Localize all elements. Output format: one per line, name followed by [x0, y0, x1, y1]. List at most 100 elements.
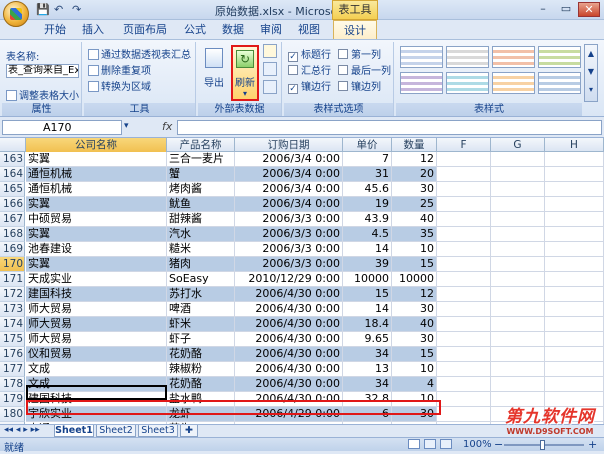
- name-box[interactable]: A170: [2, 120, 122, 135]
- save-icon[interactable]: 💾: [36, 3, 50, 17]
- empty-cell[interactable]: [437, 152, 491, 167]
- empty-cell[interactable]: [545, 167, 604, 182]
- price-cell[interactable]: 39: [343, 257, 392, 272]
- empty-cell[interactable]: [491, 332, 545, 347]
- column-header[interactable]: 单价: [343, 138, 392, 152]
- product-cell[interactable]: 虾米: [167, 317, 235, 332]
- normal-view-icon[interactable]: [408, 439, 420, 449]
- sheet-nav-arrows-icon[interactable]: ◂◂ ◂ ▸ ▸▸: [4, 425, 40, 435]
- product-cell[interactable]: 辣椒粉: [167, 362, 235, 377]
- column-header[interactable]: 公司名称: [26, 138, 167, 152]
- company-cell[interactable]: 宇欣实业: [26, 407, 167, 422]
- empty-cell[interactable]: [491, 242, 545, 257]
- product-cell[interactable]: 苏打水: [167, 287, 235, 302]
- company-cell[interactable]: 建国科技: [26, 287, 167, 302]
- price-cell[interactable]: 18.4: [343, 317, 392, 332]
- table-style-swatch[interactable]: [492, 46, 535, 68]
- product-cell[interactable]: 虾子: [167, 332, 235, 347]
- quantity-cell[interactable]: 30: [392, 407, 437, 422]
- banded-rows-checkbox[interactable]: ✓ 镶边行: [288, 78, 331, 94]
- empty-cell[interactable]: [491, 347, 545, 362]
- row-header[interactable]: 163: [0, 152, 25, 167]
- resize-table-button[interactable]: 调整表格大小: [6, 87, 79, 102]
- zoom-slider-thumb[interactable]: [540, 440, 545, 450]
- empty-cell[interactable]: [437, 377, 491, 392]
- price-cell[interactable]: 4.5: [343, 227, 392, 242]
- company-cell[interactable]: 文成: [26, 377, 167, 392]
- date-cell[interactable]: 2006/4/30 0:00: [235, 317, 343, 332]
- product-cell[interactable]: 甜辣酱: [167, 212, 235, 227]
- row-header[interactable]: 172: [0, 287, 25, 302]
- company-cell[interactable]: 实翼: [26, 197, 167, 212]
- empty-cell[interactable]: [437, 392, 491, 407]
- product-cell[interactable]: 盐水鸭: [167, 392, 235, 407]
- row-header[interactable]: 174: [0, 317, 25, 332]
- price-cell[interactable]: 13: [343, 362, 392, 377]
- name-box-dropdown-icon[interactable]: ▾: [124, 121, 129, 131]
- empty-cell[interactable]: [437, 242, 491, 257]
- empty-cell[interactable]: [545, 302, 604, 317]
- zoom-in-icon[interactable]: +: [588, 438, 597, 451]
- empty-cell[interactable]: [545, 227, 604, 242]
- redo-icon[interactable]: ↷: [72, 3, 81, 17]
- quantity-cell[interactable]: 30: [392, 302, 437, 317]
- quantity-cell[interactable]: 15: [392, 347, 437, 362]
- date-cell[interactable]: 2006/3/4 0:00: [235, 197, 343, 212]
- zoom-level[interactable]: 100%: [463, 439, 492, 450]
- table-style-swatch[interactable]: [538, 72, 581, 94]
- price-cell[interactable]: 15: [343, 287, 392, 302]
- row-header[interactable]: 170: [0, 257, 25, 272]
- insert-sheet-icon[interactable]: ✚: [180, 425, 198, 437]
- company-cell[interactable]: 中硕贸易: [26, 212, 167, 227]
- company-cell[interactable]: 实翼: [26, 152, 167, 167]
- company-cell[interactable]: 师大贸易: [26, 332, 167, 347]
- open-browser-icon[interactable]: [263, 62, 277, 76]
- product-cell[interactable]: 三合一麦片: [167, 152, 235, 167]
- quantity-cell[interactable]: 30: [392, 332, 437, 347]
- quantity-cell[interactable]: 20: [392, 167, 437, 182]
- tab-data[interactable]: 数据: [216, 20, 250, 39]
- insert-function-icon[interactable]: fx: [162, 120, 172, 133]
- quantity-cell[interactable]: 40: [392, 317, 437, 332]
- properties-icon[interactable]: [263, 44, 277, 58]
- tab-review[interactable]: 审阅: [254, 20, 288, 39]
- row-header[interactable]: 167: [0, 212, 25, 227]
- date-cell[interactable]: 2006/3/3 0:00: [235, 242, 343, 257]
- date-cell[interactable]: 2006/4/30 0:00: [235, 362, 343, 377]
- sheet-tab-sheet1[interactable]: Sheet1: [54, 425, 94, 437]
- empty-cell[interactable]: [545, 272, 604, 287]
- empty-cell[interactable]: [491, 302, 545, 317]
- price-cell[interactable]: 14: [343, 302, 392, 317]
- column-header[interactable]: H: [545, 138, 604, 152]
- column-header[interactable]: 数量: [392, 138, 437, 152]
- column-header[interactable]: 产品名称: [167, 138, 235, 152]
- empty-cell[interactable]: [545, 212, 604, 227]
- quantity-cell[interactable]: 10: [392, 362, 437, 377]
- date-cell[interactable]: 2006/3/3 0:00: [235, 227, 343, 242]
- date-cell[interactable]: 2006/4/30 0:00: [235, 347, 343, 362]
- table-style-swatch[interactable]: [400, 46, 443, 68]
- select-all-corner[interactable]: [0, 138, 26, 152]
- styles-gallery-scroll[interactable]: ▲ ▼ ▾: [584, 44, 598, 102]
- date-cell[interactable]: 2006/4/29 0:00: [235, 407, 343, 422]
- product-cell[interactable]: 蟹: [167, 167, 235, 182]
- company-cell[interactable]: 实翼: [26, 227, 167, 242]
- date-cell[interactable]: 2006/3/3 0:00: [235, 257, 343, 272]
- quantity-cell[interactable]: 10: [392, 392, 437, 407]
- company-cell[interactable]: 仪和贸易: [26, 347, 167, 362]
- row-header[interactable]: 168: [0, 227, 25, 242]
- row-header[interactable]: 178: [0, 377, 25, 392]
- quantity-cell[interactable]: 35: [392, 227, 437, 242]
- table-style-swatch[interactable]: [492, 72, 535, 94]
- company-cell[interactable]: 通恒机械: [26, 182, 167, 197]
- row-header[interactable]: 175: [0, 332, 25, 347]
- company-cell[interactable]: 文成: [26, 362, 167, 377]
- empty-cell[interactable]: [491, 377, 545, 392]
- empty-cell[interactable]: [545, 257, 604, 272]
- quantity-cell[interactable]: 12: [392, 287, 437, 302]
- date-cell[interactable]: 2010/12/29 0:00: [235, 272, 343, 287]
- empty-cell[interactable]: [491, 227, 545, 242]
- product-cell[interactable]: 花奶酪: [167, 377, 235, 392]
- quantity-cell[interactable]: 25: [392, 197, 437, 212]
- empty-cell[interactable]: [437, 167, 491, 182]
